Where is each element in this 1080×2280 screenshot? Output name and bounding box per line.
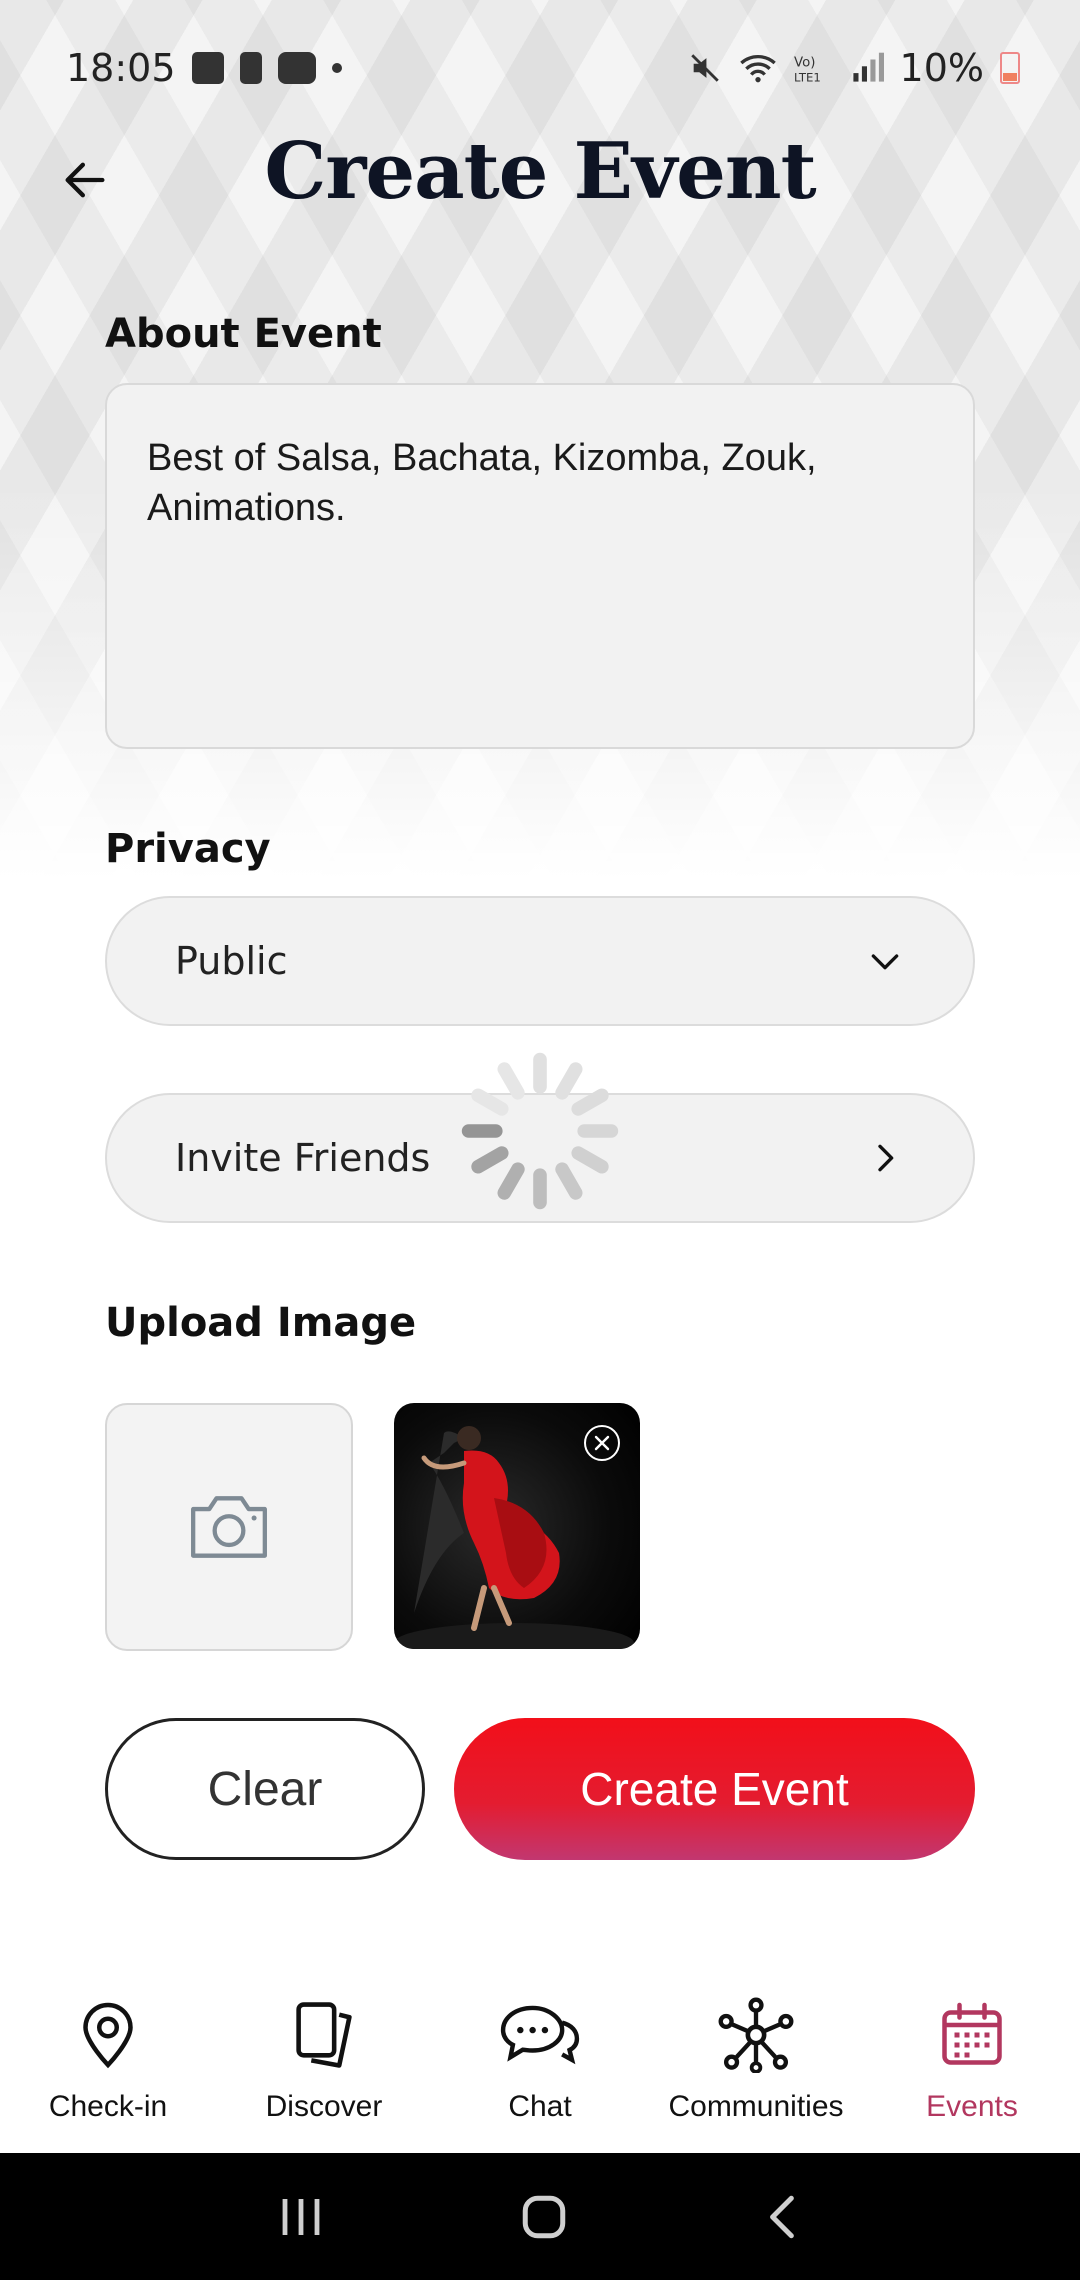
calendar-icon	[927, 1990, 1017, 2080]
nav-item-events[interactable]: Events	[864, 1990, 1080, 2150]
map-pin-icon	[63, 1990, 153, 2080]
mute-icon	[690, 54, 719, 82]
alert-notification-icon	[239, 52, 262, 84]
nav-label: Discover	[265, 2090, 383, 2123]
nav-item-discover[interactable]: Discover	[216, 1990, 432, 2150]
clock: 18:05	[66, 46, 176, 90]
cards-icon	[279, 1990, 369, 2080]
create-event-button[interactable]: Create Event	[454, 1718, 975, 1860]
gallery-notification-icon	[191, 52, 224, 84]
chat-bubbles-icon	[495, 1990, 585, 2080]
uploaded-image-thumbnail[interactable]	[394, 1403, 640, 1649]
camera-icon	[191, 1496, 267, 1558]
more-notifications-dot	[331, 63, 342, 73]
nav-label: Check-in	[48, 2090, 168, 2123]
privacy-value: Public	[175, 939, 288, 983]
system-navigation-bar	[0, 2153, 1080, 2280]
network-icon	[711, 1990, 801, 2080]
bottom-navigation: Check-in Discover Chat Communities Event…	[0, 1990, 1080, 2150]
privacy-label: Privacy	[105, 826, 271, 872]
remove-image-button[interactable]	[584, 1425, 620, 1461]
battery-percent: 10%	[899, 46, 984, 90]
clear-button[interactable]: Clear	[105, 1718, 425, 1860]
nav-label: Communities	[668, 2090, 844, 2123]
youtube-notification-icon	[277, 52, 316, 84]
signal-icon	[852, 52, 884, 82]
recent-apps-icon[interactable]	[277, 2195, 325, 2239]
page-title: Create Event	[264, 126, 816, 217]
chevron-right-icon	[865, 1138, 905, 1178]
close-icon	[594, 1435, 610, 1451]
status-bar: 18:05 Vo) LTE1 10%	[66, 40, 1020, 96]
nav-item-check-in[interactable]: Check-in	[0, 1990, 216, 2150]
svg-text:LTE1: LTE1	[794, 70, 821, 84]
add-image-button[interactable]	[105, 1403, 353, 1651]
home-icon[interactable]	[519, 2192, 569, 2242]
about-event-label: About Event	[105, 311, 382, 357]
nav-label: Chat	[508, 2090, 572, 2123]
svg-text:Vo): Vo)	[794, 55, 815, 70]
privacy-dropdown[interactable]: Public	[105, 896, 975, 1026]
invite-friends-label: Invite Friends	[175, 1136, 431, 1180]
nav-item-communities[interactable]: Communities	[648, 1990, 864, 2150]
about-event-textarea[interactable]: Best of Salsa, Bachata, Kizomba, Zouk, A…	[105, 383, 975, 749]
loading-spinner-icon	[461, 1052, 619, 1210]
battery-icon	[1000, 52, 1020, 84]
volte-icon: Vo)LTE1	[794, 55, 821, 84]
nav-label: Events	[926, 2090, 1018, 2123]
system-back-icon[interactable]	[763, 2192, 803, 2242]
wifi-icon	[739, 55, 776, 83]
upload-image-label: Upload Image	[105, 1300, 417, 1346]
nav-item-chat[interactable]: Chat	[432, 1990, 648, 2150]
chevron-down-icon	[865, 941, 905, 981]
